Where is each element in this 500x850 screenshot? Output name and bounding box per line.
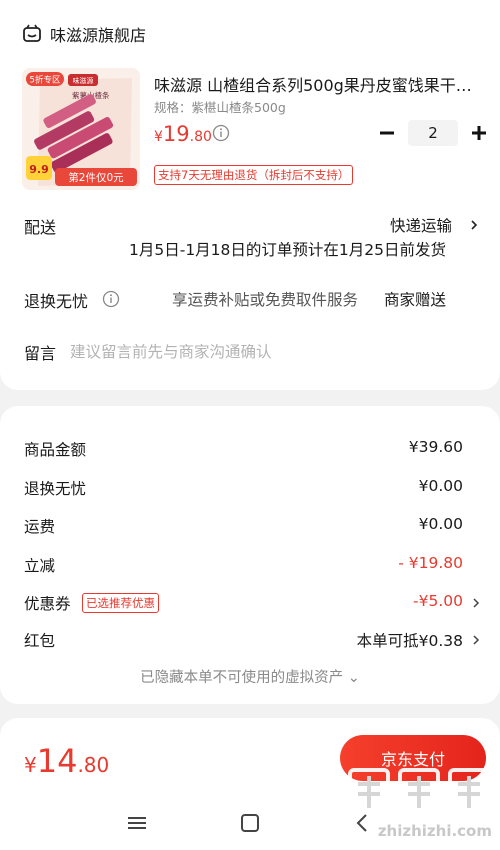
summary-label: 退换无忧 (24, 480, 87, 498)
summary-label: 运费 (24, 518, 56, 536)
worry-free-label: 退换无忧 (24, 292, 89, 311)
product-image: 5折专区 味滋源 紫薯山楂条 9.9 第2件仅0元 (22, 68, 140, 190)
red-packet-value[interactable]: 本单可抵¥0.38 (357, 629, 463, 651)
return-policy-tag: 支持7天无理由退货（拆封后不支持） (154, 165, 354, 185)
delivery-method[interactable]: 快递运输 (390, 214, 452, 236)
price-integer: 19 (162, 122, 190, 146)
total-integer: 14 (36, 742, 78, 780)
chevron-right-icon[interactable] (470, 597, 482, 609)
summary-label: 立减 (24, 557, 56, 575)
delivery-label: 配送 (24, 218, 57, 237)
quantity-stepper: 2 (376, 120, 490, 146)
summary-instant-discount: - ¥19.80 (398, 554, 463, 572)
total-currency: ¥ (24, 753, 37, 777)
price-currency: ¥ (154, 129, 163, 145)
summary-shipping-fee: ¥0.00 (418, 515, 463, 533)
product-price: ¥ 19 .80 (154, 122, 212, 146)
worry-free-gift: 商家赠送 (383, 291, 446, 309)
worry-free-info-icon[interactable] (102, 290, 120, 308)
coupon-selected-tag: 已选推荐优惠 (82, 593, 159, 613)
thumb-brand: 味滋源 (73, 76, 94, 85)
store-header[interactable]: 味滋源旗舰店 (22, 22, 146, 46)
store-name: 味滋源旗舰店 (50, 26, 147, 45)
worry-free-service: 享运费补贴或免费取件服务 (172, 291, 359, 309)
chevron-right-icon[interactable] (470, 634, 482, 646)
system-nav-bar (0, 800, 500, 850)
product-thumbnail[interactable]: 5折专区 味滋源 紫薯山楂条 9.9 第2件仅0元 (22, 68, 140, 190)
thumb-price-tag: 9.9 (29, 163, 49, 176)
thumb-badge: 5折专区 (30, 75, 61, 86)
message-input[interactable]: 建议留言前先与商家沟通确认 (70, 340, 272, 362)
summary-worry-free-fee: ¥0.00 (418, 477, 463, 495)
price-decimal: .80 (189, 129, 212, 145)
summary-goods-amount: ¥39.60 (408, 438, 463, 456)
summary-label: 商品金额 (24, 441, 87, 459)
decrease-quantity-button[interactable] (376, 121, 398, 145)
menu-icon[interactable] (124, 810, 150, 836)
shop-icon (23, 24, 41, 42)
plus-icon (472, 126, 486, 140)
price-info-icon[interactable] (212, 124, 230, 142)
quantity-input[interactable]: 2 (408, 120, 458, 146)
delivery-note: 1月5日-1月18日的订单预计在1月25日前发货 (129, 241, 446, 259)
thumb-promo: 第2件仅0元 (68, 171, 124, 184)
hidden-assets-toggle[interactable]: 已隐藏本单不可使用的虚拟资产 ⌄ (0, 666, 500, 687)
total-price: ¥ 14 .80 (24, 742, 109, 780)
minus-icon (380, 131, 394, 135)
total-decimal: .80 (77, 753, 110, 777)
back-icon[interactable] (350, 810, 376, 836)
chevron-right-icon[interactable] (468, 219, 480, 231)
increase-quantity-button[interactable] (468, 121, 490, 145)
product-title[interactable]: 味滋源 山楂组合系列500g果丹皮蜜饯果干零食 (154, 72, 474, 96)
message-label: 留言 (24, 344, 57, 363)
coupon-value[interactable]: -¥5.00 (413, 592, 463, 610)
product-spec[interactable]: 规格：紫椹山楂条500g (154, 97, 286, 116)
order-card: 味滋源旗舰店 5折专区 味滋源 紫薯山楂条 9.9 第2件仅0元 味滋源 山楂组… (0, 0, 500, 390)
summary-label: 红包 (24, 632, 56, 650)
home-icon[interactable] (237, 810, 263, 836)
summary-label: 优惠券 (24, 595, 71, 613)
